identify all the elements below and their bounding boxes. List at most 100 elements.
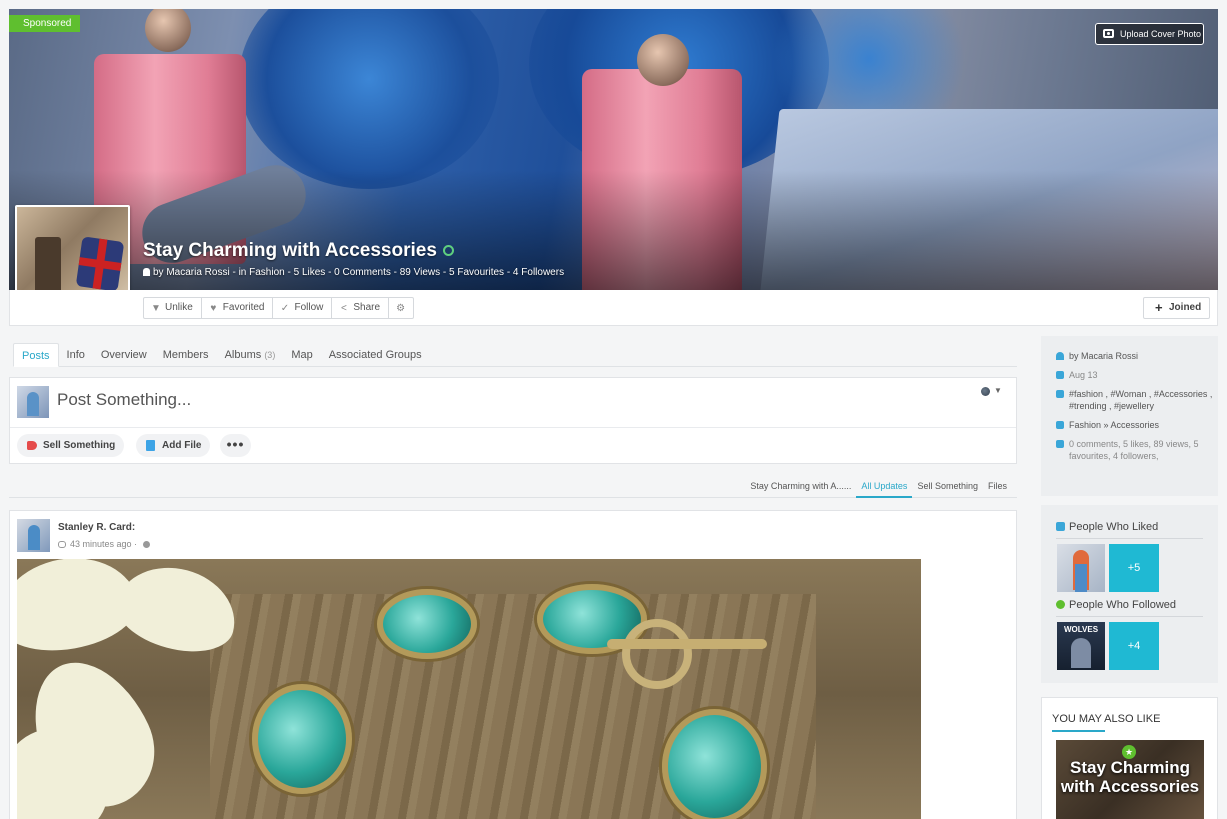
users-icon <box>1056 600 1065 609</box>
people-who-followed-heading: People Who Followed <box>1056 599 1176 611</box>
follow-button[interactable]: ✓ Follow <box>273 298 333 318</box>
tags-icon <box>1056 421 1064 429</box>
check-icon: ✓ <box>280 302 290 314</box>
tab-label: Posts <box>22 350 50 362</box>
globe-icon <box>142 541 150 548</box>
tags-row: #fashion , #Woman , #Accessories , #tren… <box>1056 388 1218 412</box>
tag-icon <box>1056 390 1064 398</box>
you-may-also-like-heading: YOU MAY ALSO LIKE <box>1052 713 1161 725</box>
feed-timestamp: 43 minutes ago · <box>58 539 150 549</box>
tab-overview[interactable]: Overview <box>93 343 155 367</box>
feed-filter-bar: Stay Charming with A...... All Updates S… <box>9 476 1017 498</box>
tag-icon <box>27 441 37 450</box>
joined-button[interactable]: + Joined <box>1143 297 1210 319</box>
more-followers-tile[interactable]: +4 <box>1109 622 1159 670</box>
sponsored-badge: Sponsored <box>9 15 80 32</box>
filter-files[interactable]: Files <box>983 476 1012 498</box>
owner-text[interactable]: by Macaria Rossi <box>1069 351 1138 361</box>
tab-info[interactable]: Info <box>59 343 93 367</box>
joined-label: Joined <box>1169 302 1202 313</box>
verified-shield-icon <box>442 245 454 257</box>
add-file-label: Add File <box>162 440 202 451</box>
settings-button[interactable]: ⚙ <box>389 298 413 318</box>
tab-map[interactable]: Map <box>283 343 320 367</box>
bar-chart-icon <box>1056 440 1064 448</box>
privacy-selector[interactable]: ▼ <box>981 386 1002 398</box>
share-label: Share <box>353 302 381 313</box>
post-input[interactable]: Post Something... <box>57 390 191 410</box>
tab-label: Members <box>162 349 209 361</box>
edit-icon <box>1056 371 1064 379</box>
group-tabs: Posts Info Overview Members Albums (3) M… <box>13 343 1017 367</box>
gear-icon: ⚙ <box>396 302 406 314</box>
date-text: Aug 13 <box>1069 370 1098 380</box>
sell-something-button[interactable]: Sell Something <box>17 434 125 457</box>
tags-text[interactable]: #fashion , #Woman , #Accessories , #tren… <box>1069 389 1212 411</box>
filter-group[interactable]: Stay Charming with A...... <box>745 476 856 498</box>
tab-label: Info <box>66 349 85 361</box>
avatar[interactable] <box>1057 544 1105 592</box>
chevron-down-icon: ▼ <box>994 386 1002 395</box>
more-options-button[interactable]: ••• <box>220 434 251 457</box>
unlike-button[interactable]: ▼ Unlike <box>144 298 202 318</box>
people-who-liked-heading: People Who Liked <box>1056 521 1158 533</box>
you-may-also-like-panel: YOU MAY ALSO LIKE ★ Stay Charming with A… <box>1041 697 1218 819</box>
group-meta-text: by Macaria Rossi - in Fashion - 5 Likes … <box>153 267 565 278</box>
followed-title: People Who Followed <box>1069 599 1177 611</box>
favorited-label: Favorited <box>222 302 265 313</box>
camera-icon <box>1103 29 1114 38</box>
tab-members[interactable]: Members <box>155 343 217 367</box>
user-icon <box>1056 352 1064 360</box>
unlike-label: Unlike <box>165 302 193 313</box>
thumbs-up-icon <box>1056 522 1065 531</box>
star-icon: ★ <box>1122 745 1136 759</box>
thumbs-down-icon: ▼ <box>151 302 161 314</box>
comment-icon <box>58 541 66 548</box>
tab-associated-groups[interactable]: Associated Groups <box>321 343 430 367</box>
group-info-panel: by Macaria Rossi Aug 13 #fashion , #Woma… <box>1041 336 1218 496</box>
globe-icon <box>981 387 990 396</box>
more-likers-tile[interactable]: +5 <box>1109 544 1159 592</box>
owner-row: by Macaria Rossi <box>1056 350 1218 362</box>
group-title: Stay Charming with Accessories <box>143 240 454 262</box>
group-action-buttons: ▼ Unlike ♥ Favorited ✓ Follow < Share ⚙ <box>143 297 415 319</box>
suggested-group-card[interactable]: ★ Stay Charming with Accessories <box>1056 740 1204 819</box>
favorited-button[interactable]: ♥ Favorited <box>202 298 274 318</box>
feed-time-text: 43 minutes ago <box>70 539 132 549</box>
suggested-group-title: Stay Charming with Accessories <box>1060 758 1200 796</box>
heart-icon: ♥ <box>210 302 217 314</box>
group-title-text: Stay Charming with Accessories <box>143 240 437 261</box>
share-button[interactable]: < Share <box>332 298 390 318</box>
tab-posts[interactable]: Posts <box>13 343 59 367</box>
feed-item: Stanley R. Card: 43 minutes ago · <box>9 510 1017 819</box>
follower-thumb-text: WOLVES <box>1063 625 1099 634</box>
avatar[interactable]: WOLVES <box>1057 622 1105 670</box>
category-row: Fashion » Accessories <box>1056 419 1218 431</box>
file-icon <box>146 440 155 451</box>
upload-cover-photo-button[interactable]: Upload Cover Photo <box>1095 23 1204 45</box>
feed-user-name[interactable]: Stanley R. Card: <box>58 522 135 533</box>
filter-sell-something[interactable]: Sell Something <box>912 476 983 498</box>
avatar <box>17 386 49 418</box>
liked-title: People Who Liked <box>1069 521 1159 533</box>
tab-label: Albums <box>224 349 262 361</box>
stats-text: 0 comments, 5 likes, 89 views, 5 favouri… <box>1069 439 1199 461</box>
sell-something-label: Sell Something <box>43 440 116 451</box>
avatar[interactable] <box>17 519 50 552</box>
date-row: Aug 13 <box>1056 369 1218 381</box>
tab-label: Overview <box>100 349 147 361</box>
upload-cover-label: Upload Cover Photo <box>1120 29 1202 39</box>
tab-label: Map <box>291 349 313 361</box>
stats-row: 0 comments, 5 likes, 89 views, 5 favouri… <box>1056 438 1218 462</box>
group-page: Sponsored Upload Cover Photo Stay Charmi… <box>0 0 1227 819</box>
add-file-button[interactable]: Add File <box>136 434 211 457</box>
category-text[interactable]: Fashion » Accessories <box>1069 420 1159 430</box>
user-icon <box>143 268 150 276</box>
tab-label: Associated Groups <box>328 349 422 361</box>
tab-albums[interactable]: Albums (3) <box>217 343 284 367</box>
tab-count: (3) <box>264 350 276 360</box>
follow-label: Follow <box>294 302 324 313</box>
filter-all-updates[interactable]: All Updates <box>856 476 913 498</box>
feed-photo[interactable] <box>17 559 921 819</box>
post-composer: Post Something... ▼ Sell Something Add F… <box>9 377 1017 464</box>
